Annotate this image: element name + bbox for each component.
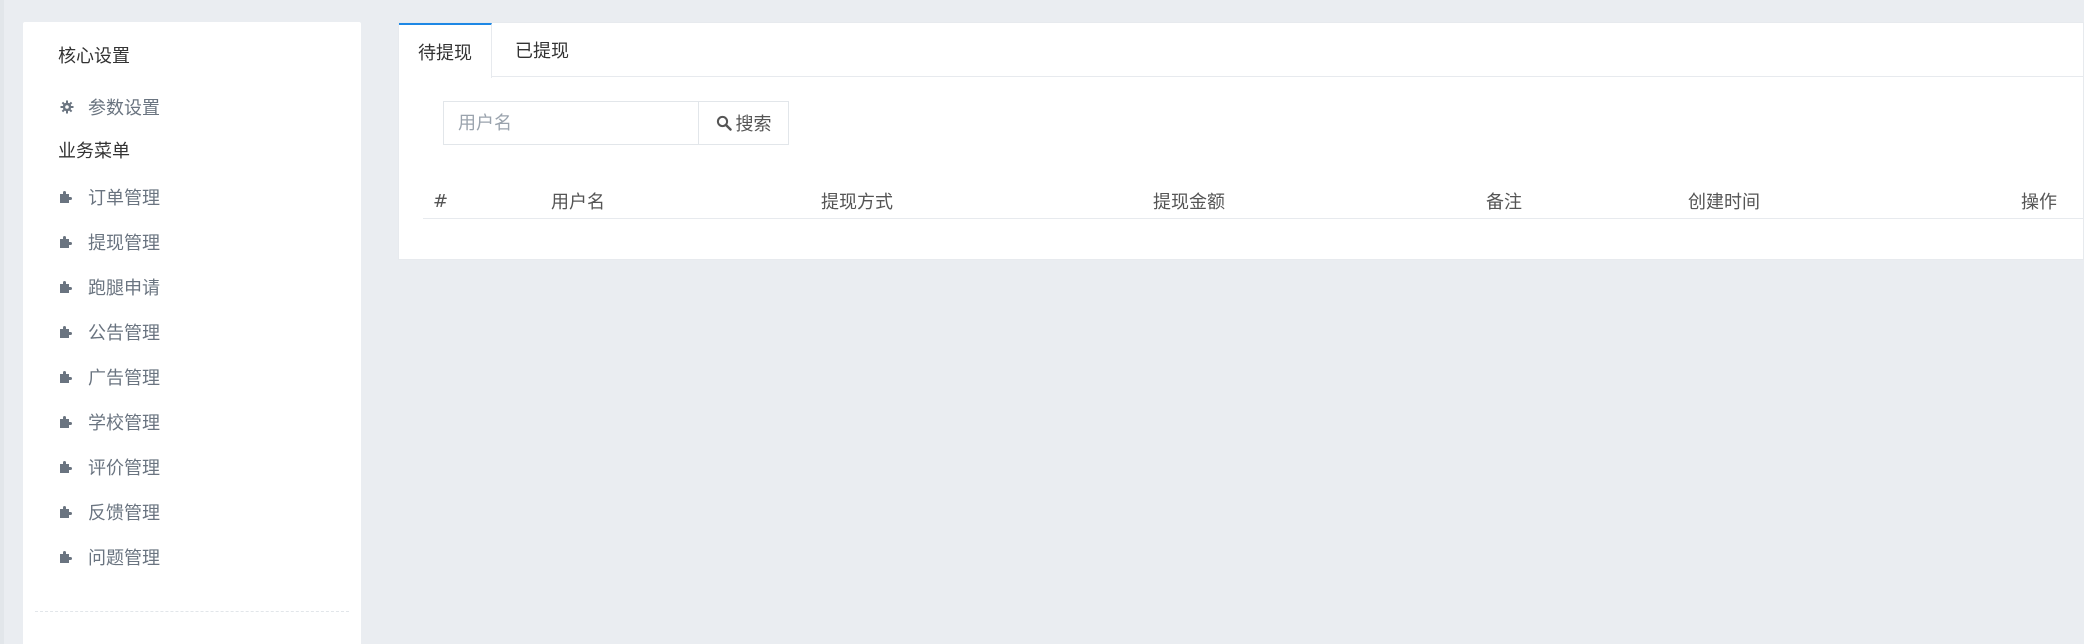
- puzzle-icon: [58, 503, 76, 521]
- sidebar-item-label: 评价管理: [88, 458, 160, 479]
- sidebar-item-ads[interactable]: 广告管理: [58, 362, 160, 392]
- puzzle-icon: [58, 413, 76, 431]
- puzzle-icon: [58, 278, 76, 296]
- puzzle-icon: [58, 188, 76, 206]
- sidebar-item-withdrawals[interactable]: 提现管理: [58, 227, 160, 257]
- puzzle-icon: [58, 368, 76, 386]
- gear-icon: [58, 98, 76, 116]
- search-icon: [716, 115, 732, 131]
- sidebar-item-feedback[interactable]: 反馈管理: [58, 497, 160, 527]
- search-button[interactable]: 搜索: [699, 101, 789, 145]
- sidebar-item-errand-applications[interactable]: 跑腿申请: [58, 272, 160, 302]
- sidebar-item-reviews[interactable]: 评价管理: [58, 452, 160, 482]
- search-button-label: 搜索: [735, 114, 772, 135]
- column-header-created-time: 创建时间: [1688, 192, 1760, 213]
- sidebar: 核心设置 参数设置 业务菜单 订单管理 提现管理 跑腿申请 公告管理 广告管理 …: [23, 22, 361, 644]
- sidebar-item-label: 问题管理: [88, 548, 160, 569]
- main-panel: 待提现 已提现 搜索 # 用户名 提现方式 提现金额 备注 创建时间 操作: [398, 22, 2084, 260]
- sidebar-divider: [35, 611, 349, 612]
- sidebar-item-label: 反馈管理: [88, 503, 160, 524]
- tab-bar: 待提现 已提现: [399, 23, 2083, 78]
- search-group: 搜索: [443, 101, 789, 145]
- column-header-index: #: [433, 190, 449, 212]
- tab-completed-withdrawal[interactable]: 已提现: [492, 23, 592, 77]
- puzzle-icon: [58, 233, 76, 251]
- puzzle-icon: [58, 323, 76, 341]
- sidebar-item-orders[interactable]: 订单管理: [58, 182, 160, 212]
- sidebar-item-label: 提现管理: [88, 233, 160, 254]
- sidebar-item-label: 订单管理: [88, 188, 160, 209]
- sidebar-item-schools[interactable]: 学校管理: [58, 407, 160, 437]
- puzzle-icon: [58, 458, 76, 476]
- window-edge: [0, 0, 4, 644]
- sidebar-item-label: 参数设置: [88, 98, 160, 119]
- tab-pending-withdrawal[interactable]: 待提现: [399, 23, 492, 78]
- sidebar-item-label: 跑腿申请: [88, 278, 160, 299]
- puzzle-icon: [58, 548, 76, 566]
- column-header-withdraw-method: 提现方式: [821, 192, 893, 213]
- sidebar-section-core-title: 核心设置: [58, 46, 130, 67]
- sidebar-item-announcements[interactable]: 公告管理: [58, 317, 160, 347]
- column-header-username: 用户名: [551, 192, 605, 213]
- sidebar-item-questions[interactable]: 问题管理: [58, 542, 160, 572]
- column-header-remark: 备注: [1486, 192, 1522, 213]
- sidebar-item-label: 广告管理: [88, 368, 160, 389]
- sidebar-item-label: 公告管理: [88, 323, 160, 344]
- sidebar-item-settings[interactable]: 参数设置: [58, 92, 160, 122]
- column-header-actions: 操作: [2021, 192, 2057, 213]
- table-header: # 用户名 提现方式 提现金额 备注 创建时间 操作: [423, 183, 2083, 219]
- sidebar-section-business-title: 业务菜单: [58, 141, 130, 162]
- column-header-withdraw-amount: 提现金额: [1153, 192, 1225, 213]
- search-input[interactable]: [443, 101, 699, 145]
- sidebar-item-label: 学校管理: [88, 413, 160, 434]
